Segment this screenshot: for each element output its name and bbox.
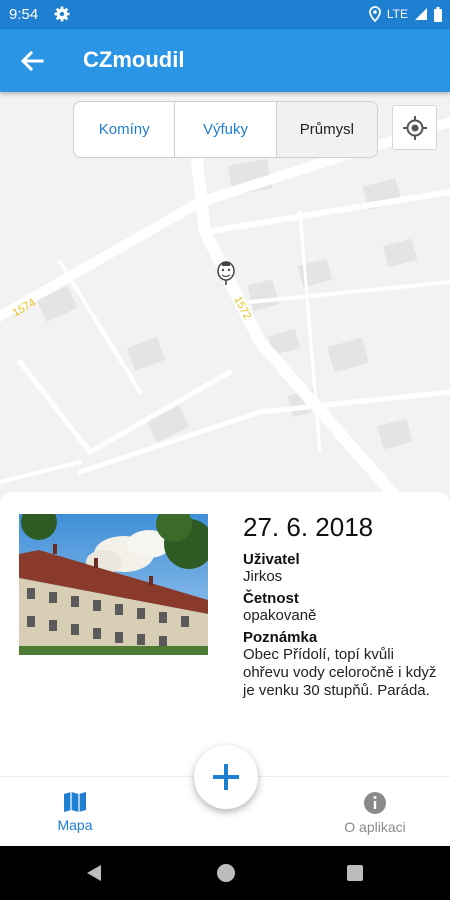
report-info: 27. 6. 2018 Uživatel Jirkos Četnost opak… bbox=[243, 512, 438, 704]
location-icon bbox=[368, 6, 381, 22]
status-time: 9:54 bbox=[9, 6, 39, 23]
system-recents-icon[interactable] bbox=[346, 864, 364, 882]
system-back-icon[interactable] bbox=[85, 863, 103, 883]
add-report-button[interactable] bbox=[194, 745, 258, 809]
filter-exhausts[interactable]: Výfuky bbox=[175, 102, 277, 157]
map-icon bbox=[64, 792, 86, 812]
crosshair-icon bbox=[402, 115, 427, 140]
back-arrow-icon[interactable] bbox=[18, 47, 46, 75]
system-navigation-bar bbox=[0, 846, 450, 900]
note-value: Obec Přídolí, topí kvůli ohřevu vody cel… bbox=[243, 646, 437, 699]
settings-gear-icon bbox=[54, 6, 70, 22]
nav-item-map[interactable]: Mapa bbox=[50, 791, 100, 833]
battery-icon bbox=[434, 6, 442, 22]
report-date: 27. 6. 2018 bbox=[243, 512, 374, 542]
my-location-button[interactable] bbox=[392, 105, 437, 150]
signal-icon bbox=[415, 8, 427, 20]
status-icons: LTE bbox=[368, 5, 442, 23]
frequency-label: Četnost bbox=[243, 590, 299, 607]
report-card[interactable]: 27. 6. 2018 Uživatel Jirkos Četnost opak… bbox=[0, 492, 450, 776]
filter-industry[interactable]: Průmysl bbox=[276, 102, 377, 157]
app-title: CZmoudil bbox=[83, 47, 185, 72]
report-photo[interactable] bbox=[19, 514, 208, 655]
nav-item-about-label: O aplikaci bbox=[344, 819, 406, 835]
app-bar: CZmoudil bbox=[0, 29, 450, 92]
map-marker-icon[interactable] bbox=[216, 260, 236, 286]
nav-item-about[interactable]: O aplikaci bbox=[330, 791, 420, 835]
note-label: Poznámka bbox=[243, 629, 318, 646]
user-value: Jirkos bbox=[243, 568, 283, 585]
filter-segmented-control: Komíny Výfuky Průmysl bbox=[73, 101, 378, 158]
status-bar: 9:54 LTE bbox=[0, 0, 450, 29]
network-type: LTE bbox=[386, 7, 408, 21]
system-home-icon[interactable] bbox=[216, 863, 236, 883]
info-icon bbox=[364, 792, 386, 814]
user-label: Uživatel bbox=[243, 551, 300, 568]
nav-item-map-label: Mapa bbox=[57, 817, 93, 833]
filter-chimneys[interactable]: Komíny bbox=[74, 102, 176, 157]
frequency-value: opakovaně bbox=[243, 607, 317, 624]
plus-icon bbox=[213, 764, 239, 790]
map-view[interactable]: 1574 1572 Komíny Výfuky Průmysl bbox=[0, 92, 450, 502]
